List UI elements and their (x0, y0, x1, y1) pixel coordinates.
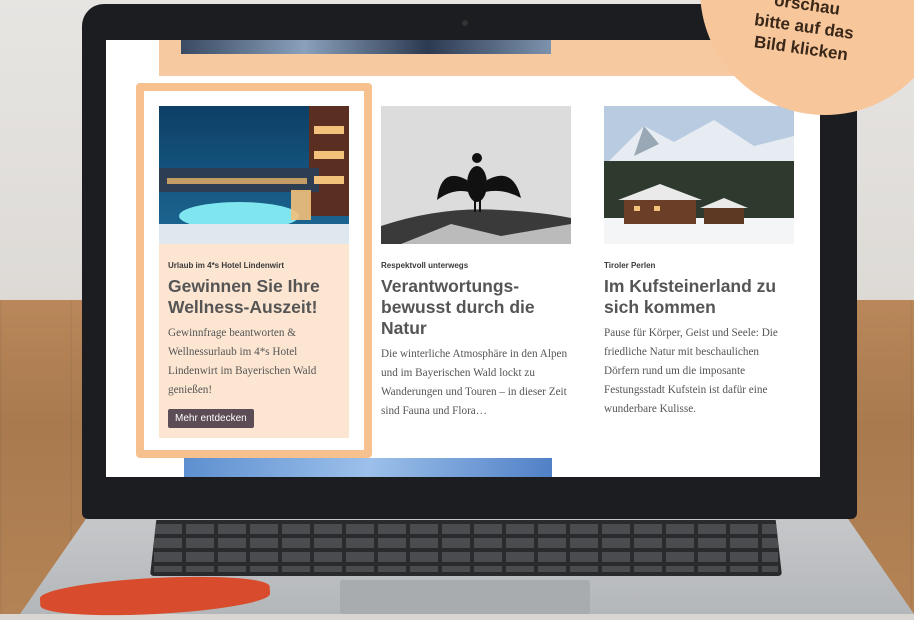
top-banner-image (181, 40, 551, 54)
mountain-chalet-image[interactable] (604, 106, 794, 244)
laptop-keyboard (150, 520, 782, 576)
article-card[interactable]: Tiroler Perlen Im Kufsteinerland zu sich… (604, 106, 794, 419)
camera-icon (462, 20, 468, 26)
card-description: Die winterliche Atmosphäre in den Alpen … (381, 348, 568, 417)
card-title[interactable]: Verantwortungs-bewusst durch die Natur (381, 276, 571, 339)
card-kicker: Tiroler Perlen (604, 261, 656, 270)
laptop-trackpad (340, 580, 590, 614)
black-grouse-image[interactable] (381, 106, 571, 244)
article-card[interactable]: Respektvoll unterwegs Verantwortungs-bew… (381, 106, 571, 421)
card-description: Pause für Körper, Geist und Seele: Die f… (604, 327, 778, 415)
featured-highlight-frame (136, 83, 372, 458)
card-title[interactable]: Im Kufsteinerland zu sich kommen (604, 276, 794, 318)
card-kicker: Respektvoll unterwegs (381, 261, 469, 270)
next-article-image[interactable] (184, 458, 552, 477)
